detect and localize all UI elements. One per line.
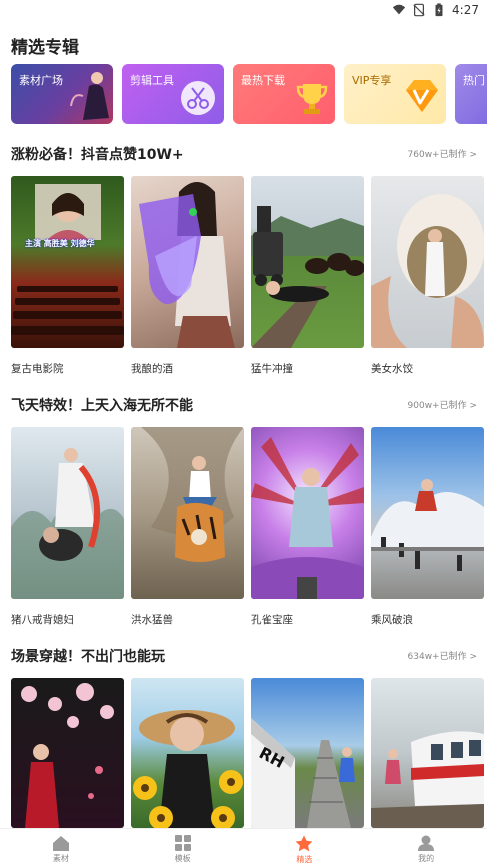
- section-meta-link[interactable]: 900w+已制作 >: [408, 398, 477, 411]
- template-card[interactable]: 猛牛冲撞: [251, 176, 364, 378]
- template-thumbnail: RH: [251, 678, 364, 828]
- tab-featured[interactable]: 精选: [244, 829, 366, 867]
- template-card[interactable]: 洪水猛兽: [131, 427, 244, 629]
- template-card[interactable]: 乘风破浪: [371, 427, 484, 629]
- user-icon: [418, 835, 435, 851]
- category-hot[interactable]: 热门: [455, 64, 487, 124]
- section-title: 涨粉必备！抖音点赞10W+: [11, 147, 184, 163]
- tab-label: 我的: [418, 854, 435, 863]
- tab-templates[interactable]: 模板: [122, 829, 244, 867]
- section-title: 场景穿越！不出门也能玩: [11, 649, 165, 665]
- star-icon: [295, 835, 313, 852]
- template-row: 猪八戒背媳妇 洪水猛兽 孔雀宝座 乘风破浪: [11, 427, 487, 629]
- template-thumbnail: [11, 678, 124, 828]
- battery-icon: [435, 3, 443, 17]
- template-label: 洪水猛兽: [131, 614, 173, 626]
- template-card[interactable]: 我酿的酒: [131, 176, 244, 378]
- section-header[interactable]: 涨粉必备！抖音点赞10W+ 760w+已制作 >: [11, 144, 477, 164]
- template-label: 孔雀宝座: [251, 614, 293, 626]
- template-label: 复古电影院: [11, 363, 64, 375]
- template-label: 乘风破浪: [371, 614, 413, 626]
- dancer-illustration: [70, 72, 109, 120]
- template-label: 我酿的酒: [131, 363, 173, 375]
- vip-gem-icon: [406, 80, 438, 112]
- template-card[interactable]: [131, 678, 244, 828]
- template-thumbnail: [251, 427, 364, 599]
- template-row: 主演 高胜美 刘德华 复古电影院 我酿的酒 猛牛冲撞 美女水饺: [11, 176, 487, 378]
- template-card[interactable]: 美女水饺: [371, 176, 484, 378]
- category-label: 热门: [463, 74, 485, 87]
- status-bar: 4:27: [0, 0, 487, 22]
- template-card[interactable]: 孔雀宝座: [251, 427, 364, 629]
- section-header[interactable]: 场景穿越！不出门也能玩 634w+已制作 >: [11, 646, 477, 666]
- home-icon: [52, 836, 69, 851]
- template-thumbnail: [251, 176, 364, 348]
- section-header[interactable]: 飞天特效！上天入海无所不能 900w+已制作 >: [11, 395, 477, 415]
- template-thumbnail: [131, 176, 244, 348]
- template-label: 猪八戒背媳妇: [11, 614, 74, 626]
- template-row: RH: [11, 678, 487, 828]
- template-thumbnail: [371, 176, 484, 348]
- template-card[interactable]: [11, 678, 124, 828]
- template-thumbnail: [371, 678, 484, 828]
- template-thumbnail: [11, 427, 124, 599]
- category-label: 剪辑工具: [130, 74, 174, 87]
- section-title: 飞天特效！上天入海无所不能: [11, 398, 193, 414]
- category-label: 素材广场: [19, 74, 63, 87]
- template-card[interactable]: RH: [251, 678, 364, 828]
- thumbnail-caption: 主演 高胜美 刘德华: [25, 239, 95, 248]
- template-card[interactable]: [371, 678, 484, 828]
- category-hot-downloads[interactable]: 最热下载: [233, 64, 335, 124]
- status-time: 4:27: [452, 3, 479, 17]
- category-label: VIP专享: [352, 74, 392, 87]
- bottom-tab-bar: 素材 模板 精选 我的: [0, 828, 487, 867]
- tab-mine[interactable]: 我的: [365, 829, 487, 867]
- template-thumbnail: [131, 678, 244, 828]
- wifi-icon: [392, 4, 406, 15]
- page-title: 精选专辑: [11, 38, 79, 58]
- tab-label: 素材: [52, 854, 69, 863]
- template-label: 猛牛冲撞: [251, 363, 293, 375]
- template-thumbnail: 主演 高胜美 刘德华: [11, 176, 124, 348]
- category-vip[interactable]: VIP专享: [344, 64, 446, 124]
- section-meta-link[interactable]: 634w+已制作 >: [408, 649, 477, 662]
- grid-icon: [174, 835, 191, 851]
- category-edit-tools[interactable]: 剪辑工具: [122, 64, 224, 124]
- no-sim-icon: [413, 3, 425, 17]
- template-thumbnail: [131, 427, 244, 599]
- template-label: 美女水饺: [371, 363, 413, 375]
- scissors-icon: [181, 81, 215, 115]
- tab-label: 精选: [296, 855, 313, 864]
- category-row: 素材广场 剪辑工具 最热下载 VIP专享 热门: [11, 64, 487, 124]
- tab-material[interactable]: 素材: [0, 829, 122, 867]
- template-card[interactable]: 猪八戒背媳妇: [11, 427, 124, 629]
- trophy-icon: [296, 84, 328, 114]
- template-thumbnail: [371, 427, 484, 599]
- status-icons: 4:27: [392, 3, 479, 17]
- tab-label: 模板: [174, 854, 191, 863]
- category-label: 最热下载: [241, 74, 285, 87]
- section-meta-link[interactable]: 760w+已制作 >: [408, 147, 477, 160]
- category-material-square[interactable]: 素材广场: [11, 64, 113, 124]
- template-card[interactable]: 主演 高胜美 刘德华 复古电影院: [11, 176, 124, 378]
